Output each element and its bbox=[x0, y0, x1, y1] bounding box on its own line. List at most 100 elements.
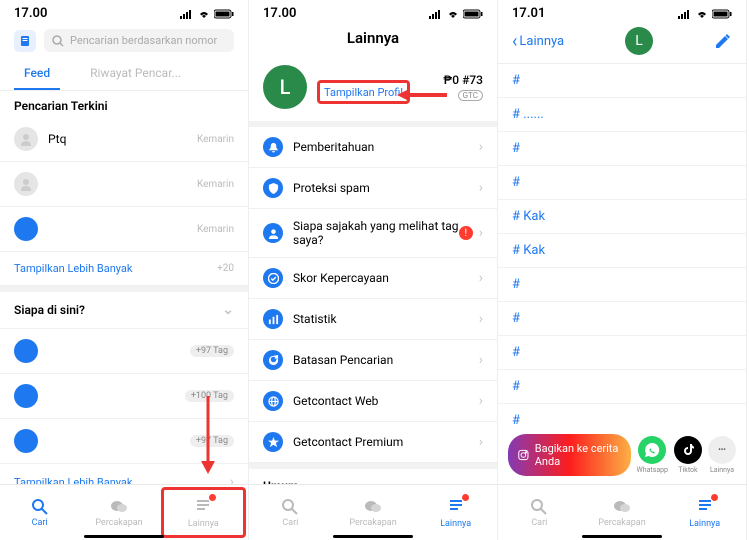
menu-item[interactable]: Skor Kepercayaan › bbox=[249, 258, 497, 299]
tab-search[interactable]: Cari bbox=[249, 485, 332, 540]
tab-more[interactable]: Lainnya bbox=[663, 485, 746, 540]
tab-label: Cari bbox=[32, 518, 48, 528]
search-icon bbox=[31, 498, 49, 516]
tab-label: Percakapan bbox=[598, 518, 645, 528]
whatsapp-icon bbox=[638, 436, 666, 464]
menu-item-label: Getcontact Web bbox=[293, 394, 378, 408]
tab-search[interactable]: Cari bbox=[498, 485, 581, 540]
alert-badge-icon: ! bbox=[459, 226, 473, 240]
avatar-placeholder-icon bbox=[14, 172, 38, 196]
screen-profile: 17.01 ‹ Lainnya L ## ......### Kak# Kak#… bbox=[498, 0, 747, 540]
tag-row[interactable]: # bbox=[498, 268, 746, 302]
shield-icon bbox=[263, 178, 283, 198]
tab-more[interactable]: Lainnya bbox=[414, 485, 497, 540]
recent-item[interactable]: Kemarin bbox=[0, 207, 248, 252]
home-indicator bbox=[333, 535, 413, 538]
share-instagram-button[interactable]: Bagikan ke cerita Anda bbox=[508, 434, 631, 476]
recent-search-title: Pencarian Terkini bbox=[0, 91, 248, 117]
user-icon bbox=[263, 223, 283, 243]
menu-item[interactable]: Siapa sajakah yang melihat tag saya? ! › bbox=[249, 209, 497, 258]
tag-row[interactable]: # Kak bbox=[498, 200, 746, 234]
recent-time: Kemarin bbox=[197, 179, 234, 190]
menu-item[interactable]: Statistik › bbox=[249, 299, 497, 340]
recent-time: Kemarin bbox=[197, 134, 234, 145]
menu-item[interactable]: Getcontact Web › bbox=[249, 381, 497, 422]
wifi-icon bbox=[197, 9, 211, 19]
chart-icon bbox=[263, 309, 283, 329]
annotation-arrow-icon bbox=[397, 87, 447, 103]
page-title: Lainnya bbox=[249, 23, 497, 57]
recent-item[interactable]: Ptq Kemarin bbox=[0, 117, 248, 162]
stat-p: ₱0 bbox=[443, 73, 459, 87]
who-here-item[interactable]: +97 Tag bbox=[0, 329, 248, 374]
tag-row[interactable]: # bbox=[498, 370, 746, 404]
share-tiktok-button[interactable]: Tiktok bbox=[674, 436, 702, 474]
nav-bar: ‹ Lainnya L bbox=[498, 23, 746, 63]
tab-chat[interactable]: Percakapan bbox=[79, 485, 158, 540]
notification-dot-icon bbox=[711, 494, 718, 501]
share-whatsapp-button[interactable]: Whatsapp bbox=[637, 436, 668, 474]
tab-chat[interactable]: Percakapan bbox=[581, 485, 664, 540]
menu-item[interactable]: Getcontact Premium › bbox=[249, 422, 497, 463]
menu-item[interactable]: Proteksi spam › bbox=[249, 168, 497, 209]
stat-h: #73 bbox=[462, 73, 483, 87]
menu-item-label: Statistik bbox=[293, 312, 337, 326]
tag-row[interactable]: # bbox=[498, 302, 746, 336]
profile-avatar[interactable]: L bbox=[263, 65, 307, 109]
check-icon bbox=[263, 268, 283, 288]
tag-row[interactable]: # bbox=[498, 336, 746, 370]
tag-row[interactable]: # bbox=[498, 132, 746, 166]
menu-item-label: Skor Kepercayaan bbox=[293, 271, 389, 285]
nav-avatar[interactable]: L bbox=[625, 27, 653, 55]
tag-row[interactable]: # bbox=[498, 64, 746, 98]
search-placeholder: Pencarian berdasarkan nomor bbox=[70, 34, 217, 47]
status-bar: 17.00 bbox=[249, 0, 497, 23]
battery-icon bbox=[463, 9, 483, 19]
menu-item[interactable]: Batasan Pencarian › bbox=[249, 340, 497, 381]
share-label: Whatsapp bbox=[637, 466, 668, 474]
who-here-header[interactable]: Siapa di sini? ⌄ bbox=[0, 292, 248, 329]
star-icon bbox=[263, 432, 283, 452]
tab-more[interactable]: Lainnya bbox=[161, 487, 246, 538]
search-input[interactable]: Pencarian berdasarkan nomor bbox=[44, 29, 234, 52]
tag-row-text: # bbox=[512, 175, 520, 190]
tab-search[interactable]: Cari bbox=[0, 485, 79, 540]
tag-row[interactable]: # bbox=[498, 166, 746, 200]
tab-label: Lainnya bbox=[689, 519, 720, 529]
gtc-badge: GTC bbox=[458, 90, 483, 101]
feed-tabs: Feed Riwayat Pencar... bbox=[0, 58, 248, 91]
refresh-icon bbox=[263, 350, 283, 370]
chevron-right-icon: › bbox=[479, 311, 483, 327]
menu-item-label: Siapa sajakah yang melihat tag saya? bbox=[293, 219, 459, 247]
show-more-button[interactable]: Tampilkan Lebih Banyak +20 bbox=[0, 252, 248, 286]
share-strip: Bagikan ke cerita Anda Whatsapp Tiktok •… bbox=[498, 426, 746, 484]
tab-history[interactable]: Riwayat Pencar... bbox=[90, 58, 181, 90]
app-badge-icon bbox=[14, 30, 36, 52]
tag-row[interactable]: # ...... bbox=[498, 98, 746, 132]
edit-icon[interactable] bbox=[714, 32, 732, 50]
tab-label: Lainnya bbox=[440, 519, 471, 529]
tag-row-text: # bbox=[512, 141, 520, 156]
globe-icon bbox=[263, 391, 283, 411]
instagram-icon bbox=[518, 448, 529, 462]
share-label: Tiktok bbox=[678, 466, 697, 474]
tab-feed[interactable]: Feed bbox=[14, 58, 60, 90]
back-button[interactable]: ‹ Lainnya bbox=[512, 31, 564, 52]
wifi-icon bbox=[695, 9, 709, 19]
recent-item[interactable]: Kemarin bbox=[0, 162, 248, 207]
tag-row[interactable]: # Kak bbox=[498, 234, 746, 268]
tag-row-text: # bbox=[512, 311, 520, 326]
avatar-icon bbox=[14, 384, 38, 408]
home-indicator bbox=[582, 535, 662, 538]
tab-chat[interactable]: Percakapan bbox=[332, 485, 415, 540]
battery-icon bbox=[712, 9, 732, 19]
share-text: Bagikan ke cerita Anda bbox=[535, 442, 621, 468]
menu-item[interactable]: Pemberitahuan › bbox=[249, 127, 497, 168]
chat-icon bbox=[110, 498, 128, 516]
screen-feed: 17.00 Pencarian berdasarkan nomor Feed R… bbox=[0, 0, 249, 540]
menu-item-label: Pemberitahuan bbox=[293, 140, 374, 154]
tab-label: Cari bbox=[282, 518, 298, 528]
show-more-label: Tampilkan Lebih Banyak bbox=[14, 262, 132, 275]
search-icon bbox=[52, 35, 64, 47]
share-more-button[interactable]: ••• Lainnya bbox=[708, 436, 736, 474]
